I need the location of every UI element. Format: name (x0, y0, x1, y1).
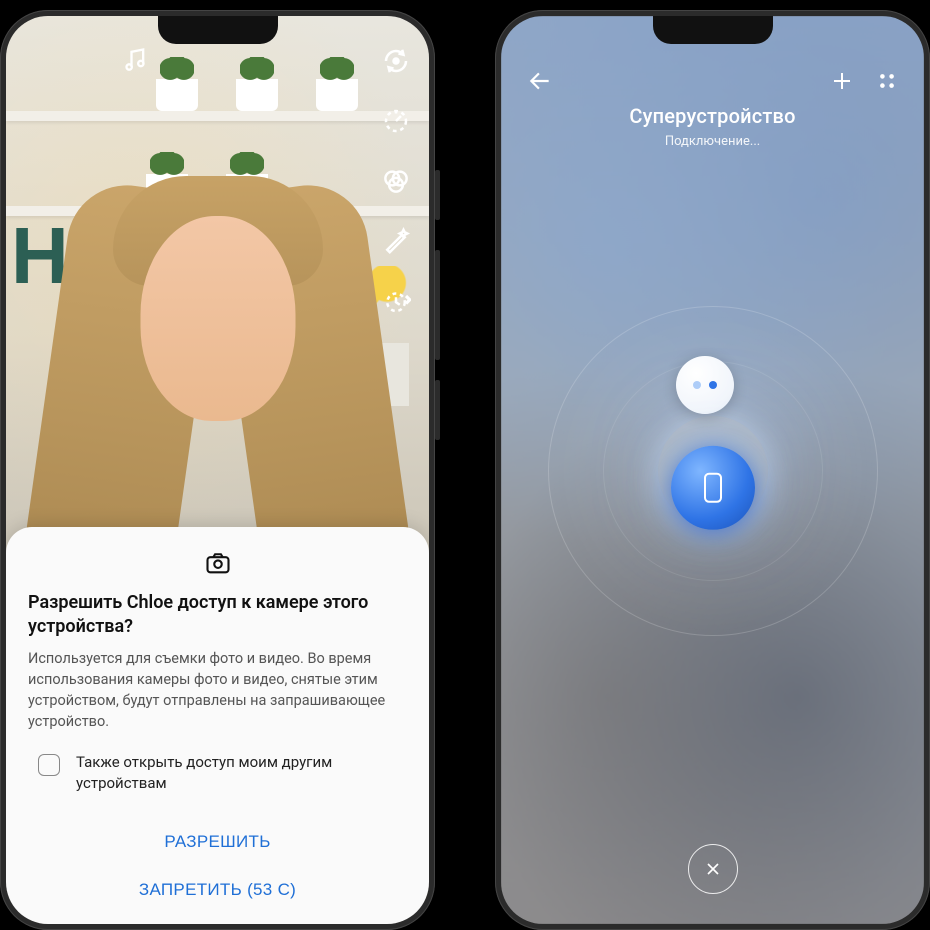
more-grid-icon (876, 70, 898, 92)
phone-notch (158, 16, 278, 44)
refresh-button[interactable] (381, 46, 411, 80)
connection-status: Подключение... (501, 134, 924, 149)
super-device-header: Суперустройство Подключение... (501, 68, 924, 149)
speed-icon (381, 106, 411, 136)
dialog-title: Разрешить Chloe доступ к камере этого ус… (28, 591, 407, 638)
dialog-body: Используется для съемки фото и видео. Во… (28, 648, 407, 732)
music-note-icon (121, 46, 149, 74)
phone-right: Суперустройство Подключение... (495, 10, 930, 930)
page-title: Суперустройство (501, 104, 924, 128)
hw-button (435, 170, 440, 220)
deny-button[interactable]: ЗАПРЕТИТЬ (53 С) (28, 866, 407, 914)
allow-button[interactable]: РАЗРЕШИТЬ (28, 818, 407, 866)
camera-toolbar (381, 46, 411, 320)
filter-button[interactable] (381, 166, 411, 200)
effects-button[interactable] (381, 226, 411, 260)
music-button[interactable] (121, 46, 149, 78)
timer-icon (381, 286, 411, 316)
refresh-icon (381, 46, 411, 76)
checkbox[interactable] (38, 754, 60, 776)
phone-icon (704, 473, 722, 503)
timer-button[interactable] (381, 286, 411, 320)
close-button[interactable] (688, 844, 738, 894)
checkbox-label: Также открыть доступ моим другим устройс… (76, 752, 403, 794)
share-other-devices-row[interactable]: Также открыть доступ моим другим устройс… (38, 752, 403, 794)
phone-notch (653, 16, 773, 44)
arrow-left-icon (527, 68, 553, 94)
camera-icon (28, 549, 407, 577)
magic-wand-icon (381, 226, 411, 256)
close-icon (703, 859, 723, 879)
permission-dialog: Разрешить Chloe доступ к камере этого ус… (6, 527, 429, 924)
hw-button (435, 380, 440, 440)
earbuds-icon (693, 381, 717, 389)
device-primary-phone[interactable] (671, 446, 755, 530)
plus-icon (830, 69, 854, 93)
color-filter-icon (381, 166, 411, 196)
speed-button[interactable] (381, 106, 411, 140)
device-radar (548, 306, 878, 636)
hw-button (435, 250, 440, 360)
device-earbuds[interactable] (676, 356, 734, 414)
back-button[interactable] (527, 68, 553, 98)
add-device-button[interactable] (830, 69, 854, 97)
more-button[interactable] (876, 70, 898, 96)
phone-left: H M (0, 10, 435, 930)
